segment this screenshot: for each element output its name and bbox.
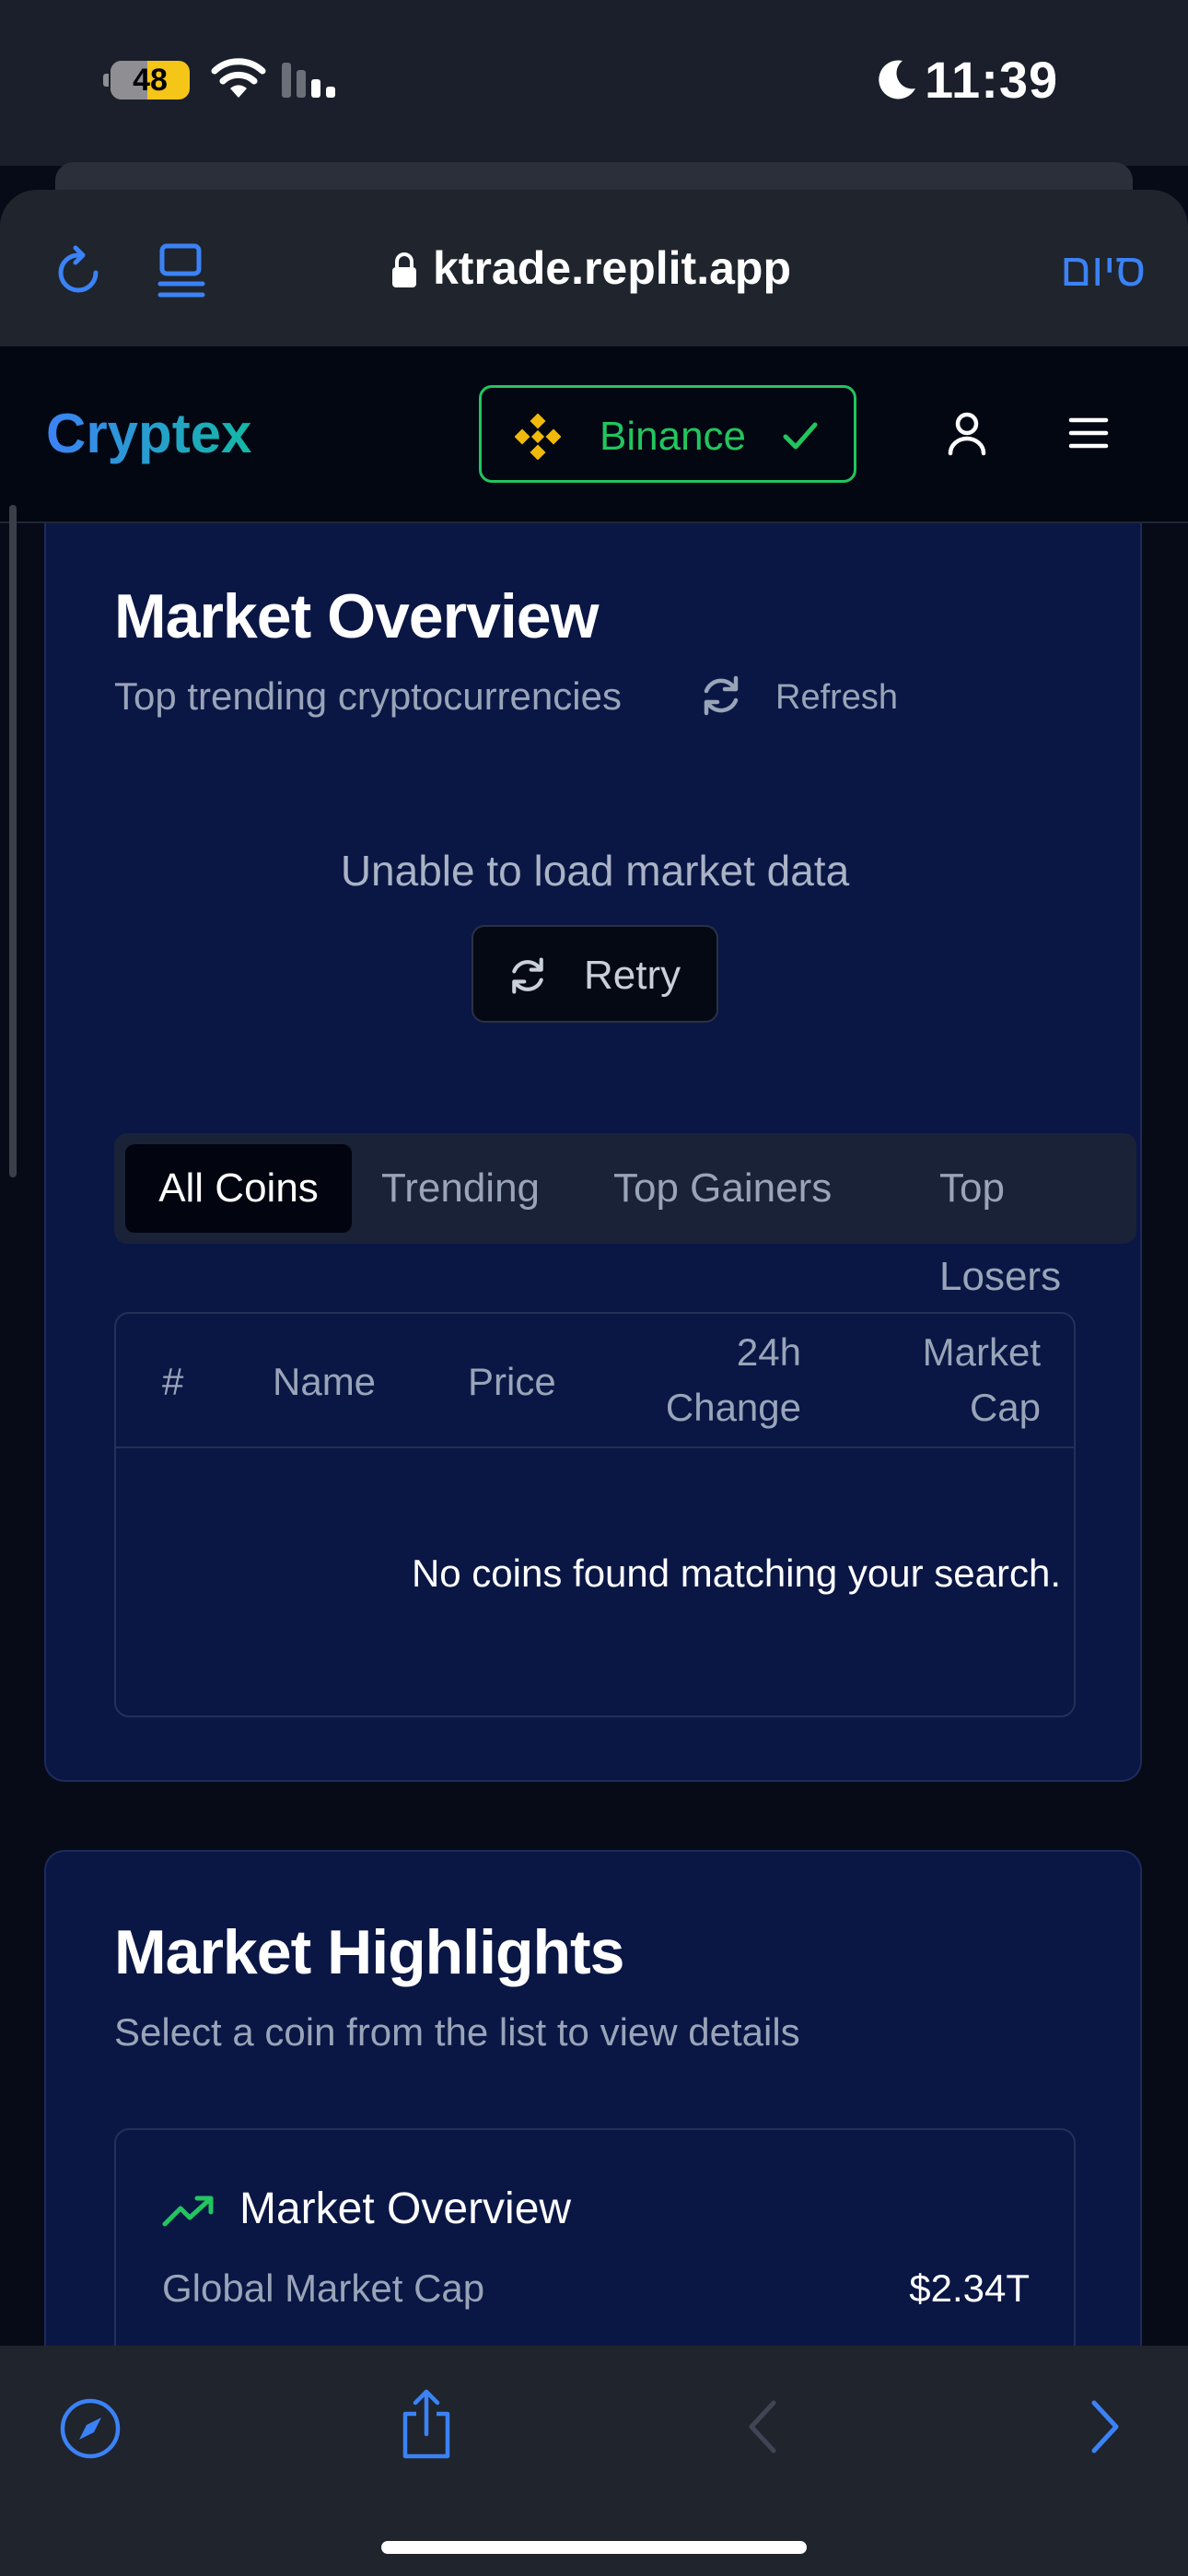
exchange-selector-button[interactable]: Binance	[479, 385, 856, 483]
retry-icon	[512, 957, 543, 994]
moon-icon	[879, 60, 915, 100]
retry-button[interactable]: Retry	[472, 925, 718, 1023]
refresh-button[interactable]: Refresh	[775, 678, 898, 718]
done-button[interactable]: סיום	[1060, 243, 1146, 297]
status-bar: 48 11:39	[0, 0, 1188, 166]
market-highlights-title: Market Highlights	[114, 1917, 624, 1987]
wifi-icon	[211, 58, 266, 98]
signal-icon	[282, 63, 335, 98]
battery-indicator: 48	[111, 61, 190, 100]
exchange-label: Binance	[600, 414, 747, 459]
panel-title: Market Overview	[239, 2184, 572, 2233]
stat-label: Global Market Cap	[162, 2266, 485, 2310]
app-header: Cryptex Binance	[0, 346, 1188, 523]
refresh-icon[interactable]	[698, 673, 744, 719]
user-icon[interactable]	[945, 411, 989, 457]
back-icon[interactable]	[744, 2397, 781, 2456]
coins-table: # Name Price 24h Change Market Cap No coin…	[114, 1312, 1076, 1717]
tab-top-gainers[interactable]: Top Gainers	[613, 1144, 832, 1233]
market-overview-card: Market Overview Top trending cryptocurre…	[44, 523, 1142, 1782]
scroll-indicator[interactable]	[9, 505, 17, 1177]
reload-icon[interactable]	[55, 245, 103, 297]
column-header-rank[interactable]: #	[162, 1354, 183, 1410]
tab-trending[interactable]: Trending	[381, 1144, 540, 1233]
market-highlights-subtitle: Select a coin from the list to view deta…	[114, 2010, 800, 2054]
tab-all-coins[interactable]: All Coins	[125, 1144, 352, 1233]
column-header-price[interactable]: Price	[468, 1354, 556, 1410]
stat-value: $2.34T	[909, 2266, 1030, 2310]
trend-up-icon	[162, 2195, 214, 2227]
battery-nub	[103, 74, 109, 87]
market-overview-subtitle: Top trending cryptocurrencies	[114, 674, 622, 718]
brand-logo[interactable]: Cryptex	[46, 402, 251, 465]
column-header-24h-change[interactable]: 24h Change	[617, 1325, 801, 1435]
retry-label: Retry	[584, 953, 681, 998]
browser-url-bar[interactable]: ktrade.replit.app סיום	[0, 190, 1188, 346]
forward-icon[interactable]	[1087, 2397, 1124, 2456]
error-message: Unable to load market data	[340, 847, 850, 895]
home-indicator	[381, 2541, 807, 2554]
clock: 11:39	[925, 51, 1059, 109]
menu-icon[interactable]	[1068, 415, 1109, 451]
table-header: # Name Price 24h Change Market Cap	[116, 1314, 1074, 1448]
coin-filter-tabs: All Coins Trending Top Gainers Top Loser…	[114, 1133, 1136, 1299]
binance-icon	[515, 414, 561, 460]
reader-icon[interactable]	[157, 243, 208, 300]
check-icon	[783, 422, 818, 450]
url-text[interactable]: ktrade.replit.app	[433, 241, 791, 295]
column-header-market-cap[interactable]: Market Cap	[838, 1325, 1041, 1435]
compass-icon[interactable]	[59, 2397, 122, 2460]
table-empty-message: No coins found matching your search.	[411, 1551, 1061, 1595]
battery-level: 48	[133, 63, 168, 98]
share-icon[interactable]	[398, 2388, 455, 2460]
column-header-name[interactable]: Name	[273, 1354, 376, 1410]
market-overview-title: Market Overview	[114, 581, 600, 651]
tab-top-losers[interactable]: Top Losers	[939, 1144, 1136, 1299]
lock-icon	[392, 252, 416, 287]
